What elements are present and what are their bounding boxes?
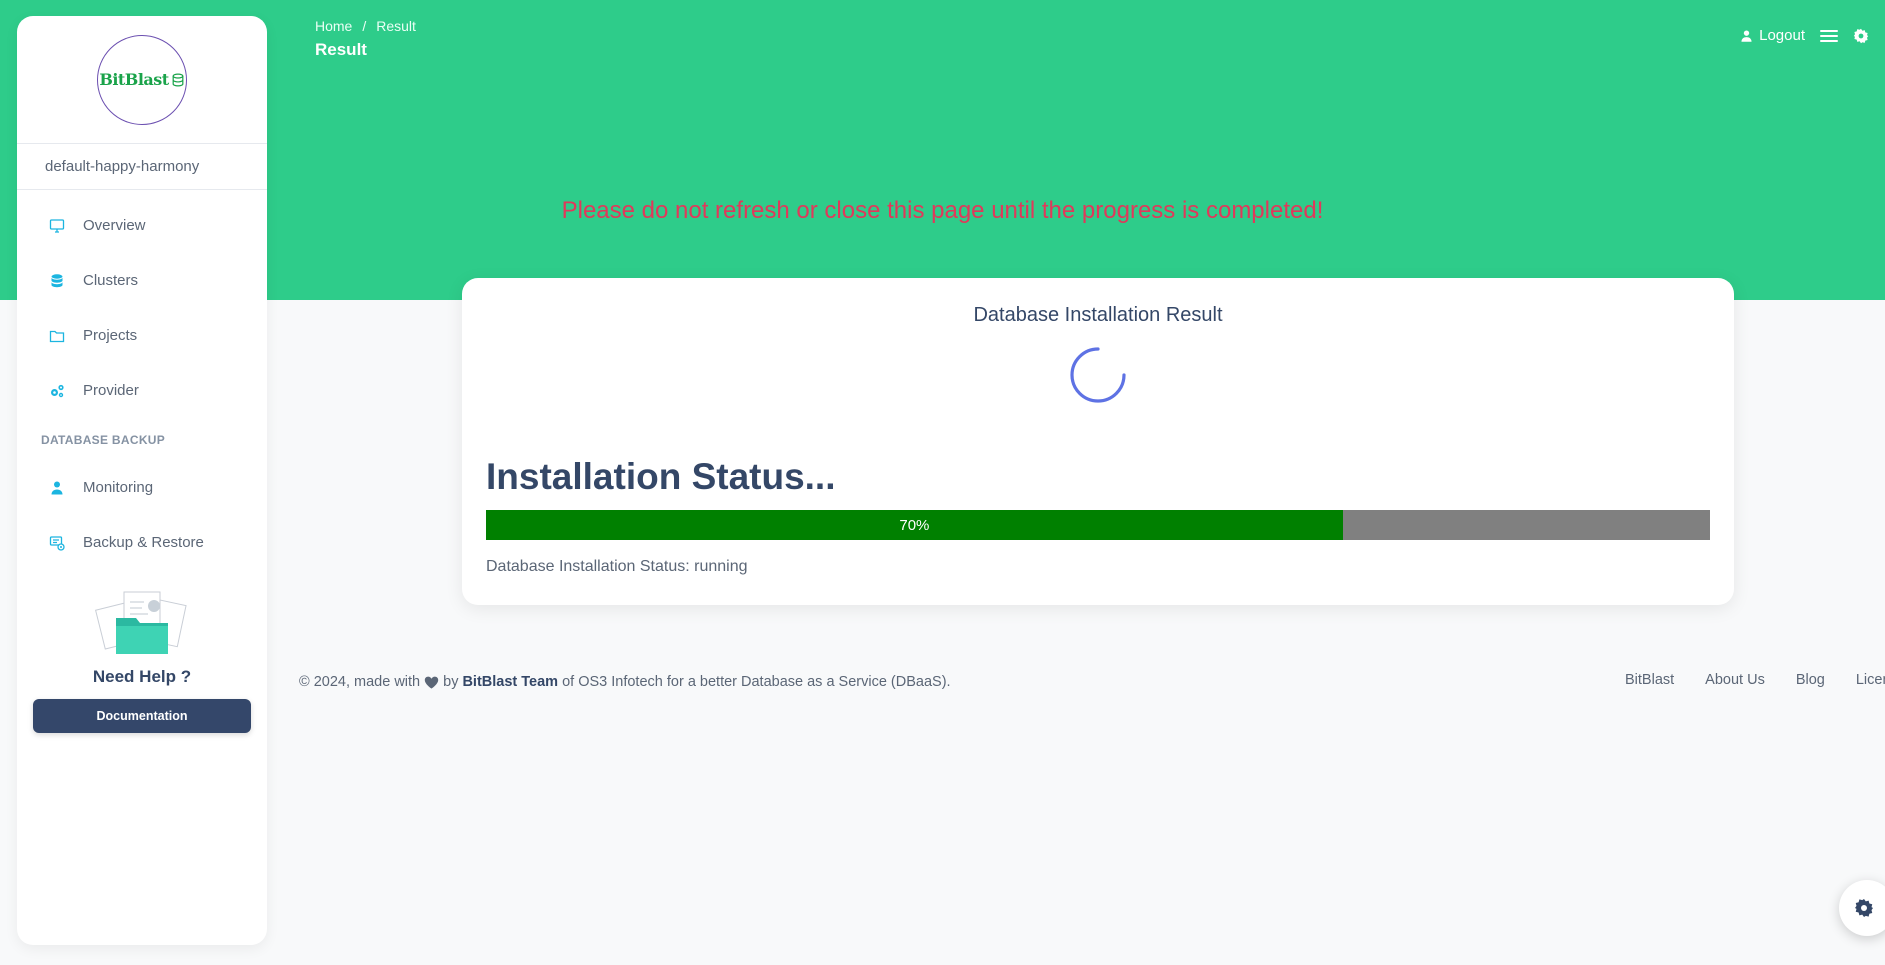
sidebar-item-projects[interactable]: Projects (17, 308, 267, 363)
user-icon (47, 478, 67, 498)
installation-progress-bar: 70% (486, 510, 1710, 540)
sidebar: BitBlast default-happy-harmony Overview … (17, 16, 267, 945)
logout-button[interactable]: Logout (1740, 27, 1805, 44)
loading-spinner-icon (1070, 347, 1126, 403)
footer-prefix: © 2024, made with (299, 674, 421, 690)
sidebar-item-label: Clusters (83, 272, 139, 289)
sidebar-item-label: Monitoring (83, 479, 154, 496)
footer-link-license[interactable]: License (1856, 672, 1885, 688)
help-folder-illustration (95, 591, 187, 654)
installation-result-card: Database Installation Result Installatio… (462, 278, 1734, 605)
sidebar-item-monitoring[interactable]: Monitoring (17, 460, 267, 515)
top-actions: Logout (1740, 27, 1869, 44)
settings-fab-button[interactable] (1839, 880, 1885, 936)
sidebar-item-provider[interactable]: Provider (17, 363, 267, 418)
logo-area: BitBlast (17, 16, 267, 144)
user-icon (1741, 29, 1752, 42)
breadcrumb-home-link[interactable]: Home (315, 18, 352, 34)
footer-link-bitblast[interactable]: BitBlast (1625, 672, 1674, 688)
help-section: Need Help ? (17, 588, 267, 687)
footer-copyright: © 2024, made with by BitBlast Team of OS… (299, 674, 951, 690)
gear-icon (1855, 899, 1873, 917)
footer-by: by (443, 674, 459, 690)
section-label-database-backup: DATABASE BACKUP (41, 433, 166, 447)
installation-status-title: Installation Status... (486, 456, 836, 497)
footer-link-about-us[interactable]: About Us (1705, 672, 1765, 688)
documentation-button[interactable]: Documentation (33, 699, 251, 733)
warning-message: Please do not refresh or close this page… (561, 197, 1324, 224)
progress-label: 70% (899, 516, 930, 534)
sidebar-item-clusters[interactable]: Clusters (17, 253, 267, 308)
logout-label: Logout (1759, 27, 1805, 44)
sidebar-item-label: Backup & Restore (83, 534, 204, 551)
sidebar-item-label: Provider (83, 382, 139, 399)
installation-status-text: Database Installation Status: running (486, 558, 748, 575)
gears-icon (47, 381, 67, 401)
workspace-name[interactable]: default-happy-harmony (17, 144, 267, 190)
footer-link-blog[interactable]: Blog (1796, 672, 1825, 688)
page-title: Result (315, 40, 367, 59)
footer-links: BitBlast About Us Blog License (1625, 672, 1885, 688)
breadcrumb-current: Result (376, 18, 416, 34)
header-background (0, 0, 1885, 300)
folder-icon (47, 326, 67, 346)
sidebar-item-backup-restore[interactable]: Backup & Restore (17, 515, 267, 570)
sidebar-item-label: Projects (83, 327, 138, 344)
sidebar-nav: Overview Clusters Projects Provider DATA… (17, 190, 267, 570)
logo-text: BitBlast (99, 70, 184, 89)
breadcrumb: Home / Result (315, 18, 416, 34)
hamburger-menu-icon[interactable] (1819, 28, 1839, 44)
heart-icon (424, 676, 439, 689)
progress-bar-fill: 70% (486, 510, 1343, 540)
breadcrumb-separator: / (362, 18, 367, 34)
footer-team-link[interactable]: BitBlast Team (462, 674, 558, 690)
database-icon (47, 271, 67, 291)
footer-suffix: of OS3 Infotech for a better Database as… (562, 674, 951, 690)
brand-logo[interactable]: BitBlast (97, 34, 187, 125)
backup-icon (47, 533, 67, 553)
gear-icon[interactable] (1853, 28, 1869, 44)
help-title: Need Help ? (92, 667, 192, 686)
database-icon (172, 73, 184, 86)
card-title: Database Installation Result (973, 304, 1223, 326)
